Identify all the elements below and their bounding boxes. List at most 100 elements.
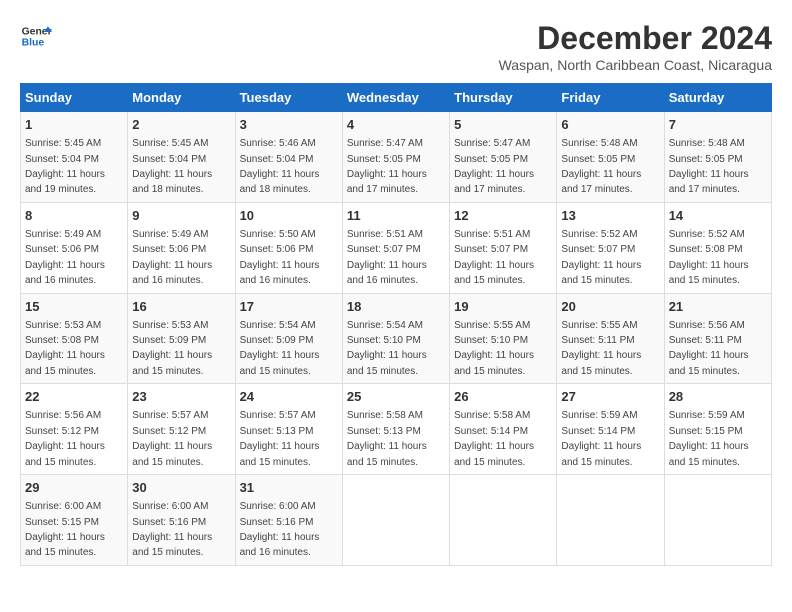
- day-number: 4: [347, 116, 445, 134]
- daylight: Daylight: 11 hours and 18 minutes.: [132, 169, 212, 195]
- sunset: Sunset: 5:14 PM: [561, 426, 635, 437]
- sunrise: Sunrise: 5:49 AM: [132, 229, 208, 240]
- sunset: Sunset: 5:10 PM: [347, 335, 421, 346]
- sunrise: Sunrise: 5:52 AM: [561, 229, 637, 240]
- calendar-day-cell: 8Sunrise: 5:49 AMSunset: 5:06 PMDaylight…: [21, 202, 128, 293]
- sunrise: Sunrise: 5:54 AM: [347, 320, 423, 331]
- day-number: 9: [132, 207, 230, 225]
- calendar-day-cell: 19Sunrise: 5:55 AMSunset: 5:10 PMDayligh…: [450, 293, 557, 384]
- sunset: Sunset: 5:14 PM: [454, 426, 528, 437]
- day-number: 25: [347, 388, 445, 406]
- sunrise: Sunrise: 5:53 AM: [132, 320, 208, 331]
- sunrise: Sunrise: 5:59 AM: [561, 410, 637, 421]
- daylight: Daylight: 11 hours and 15 minutes.: [347, 441, 427, 467]
- calendar-day-cell: 21Sunrise: 5:56 AMSunset: 5:11 PMDayligh…: [664, 293, 771, 384]
- daylight: Daylight: 11 hours and 15 minutes.: [132, 350, 212, 376]
- day-number: 2: [132, 116, 230, 134]
- day-number: 6: [561, 116, 659, 134]
- daylight: Daylight: 11 hours and 15 minutes.: [669, 441, 749, 467]
- calendar-day-cell: 22Sunrise: 5:56 AMSunset: 5:12 PMDayligh…: [21, 384, 128, 475]
- calendar-day-cell: 5Sunrise: 5:47 AMSunset: 5:05 PMDaylight…: [450, 112, 557, 203]
- sunrise: Sunrise: 6:00 AM: [25, 501, 101, 512]
- sunset: Sunset: 5:15 PM: [669, 426, 743, 437]
- calendar-day-cell: 2Sunrise: 5:45 AMSunset: 5:04 PMDaylight…: [128, 112, 235, 203]
- sunrise: Sunrise: 5:47 AM: [454, 138, 530, 149]
- calendar-day-cell: 4Sunrise: 5:47 AMSunset: 5:05 PMDaylight…: [342, 112, 449, 203]
- page-header: General Blue December 2024 Waspan, North…: [20, 20, 772, 73]
- sunset: Sunset: 5:05 PM: [347, 154, 421, 165]
- calendar-table: SundayMondayTuesdayWednesdayThursdayFrid…: [20, 83, 772, 566]
- logo: General Blue: [20, 20, 52, 52]
- daylight: Daylight: 11 hours and 15 minutes.: [132, 441, 212, 467]
- daylight: Daylight: 11 hours and 16 minutes.: [347, 260, 427, 286]
- day-number: 19: [454, 298, 552, 316]
- calendar-header-row: SundayMondayTuesdayWednesdayThursdayFrid…: [21, 84, 772, 112]
- calendar-day-cell: 25Sunrise: 5:58 AMSunset: 5:13 PMDayligh…: [342, 384, 449, 475]
- sunrise: Sunrise: 6:00 AM: [132, 501, 208, 512]
- sunset: Sunset: 5:08 PM: [25, 335, 99, 346]
- daylight: Daylight: 11 hours and 16 minutes.: [240, 532, 320, 558]
- calendar-week-row: 29Sunrise: 6:00 AMSunset: 5:15 PMDayligh…: [21, 475, 772, 566]
- calendar-day-cell: [342, 475, 449, 566]
- calendar-day-cell: 6Sunrise: 5:48 AMSunset: 5:05 PMDaylight…: [557, 112, 664, 203]
- calendar-day-cell: 31Sunrise: 6:00 AMSunset: 5:16 PMDayligh…: [235, 475, 342, 566]
- daylight: Daylight: 11 hours and 15 minutes.: [25, 350, 105, 376]
- sunrise: Sunrise: 5:51 AM: [454, 229, 530, 240]
- day-number: 31: [240, 479, 338, 497]
- sunset: Sunset: 5:13 PM: [347, 426, 421, 437]
- calendar-day-cell: 13Sunrise: 5:52 AMSunset: 5:07 PMDayligh…: [557, 202, 664, 293]
- calendar-week-row: 1Sunrise: 5:45 AMSunset: 5:04 PMDaylight…: [21, 112, 772, 203]
- day-of-week-header: Friday: [557, 84, 664, 112]
- day-number: 11: [347, 207, 445, 225]
- day-number: 5: [454, 116, 552, 134]
- subtitle: Waspan, North Caribbean Coast, Nicaragua: [499, 57, 772, 73]
- calendar-day-cell: 23Sunrise: 5:57 AMSunset: 5:12 PMDayligh…: [128, 384, 235, 475]
- sunrise: Sunrise: 5:51 AM: [347, 229, 423, 240]
- day-of-week-header: Monday: [128, 84, 235, 112]
- calendar-day-cell: 28Sunrise: 5:59 AMSunset: 5:15 PMDayligh…: [664, 384, 771, 475]
- day-number: 10: [240, 207, 338, 225]
- day-number: 30: [132, 479, 230, 497]
- sunrise: Sunrise: 5:50 AM: [240, 229, 316, 240]
- day-number: 7: [669, 116, 767, 134]
- svg-text:Blue: Blue: [22, 38, 45, 49]
- sunset: Sunset: 5:07 PM: [561, 244, 635, 255]
- sunrise: Sunrise: 5:58 AM: [454, 410, 530, 421]
- day-of-week-header: Thursday: [450, 84, 557, 112]
- daylight: Daylight: 11 hours and 15 minutes.: [454, 260, 534, 286]
- sunrise: Sunrise: 5:56 AM: [669, 320, 745, 331]
- calendar-day-cell: 16Sunrise: 5:53 AMSunset: 5:09 PMDayligh…: [128, 293, 235, 384]
- daylight: Daylight: 11 hours and 17 minutes.: [561, 169, 641, 195]
- day-number: 27: [561, 388, 659, 406]
- day-number: 3: [240, 116, 338, 134]
- calendar-day-cell: 29Sunrise: 6:00 AMSunset: 5:15 PMDayligh…: [21, 475, 128, 566]
- daylight: Daylight: 11 hours and 15 minutes.: [561, 350, 641, 376]
- day-of-week-header: Saturday: [664, 84, 771, 112]
- daylight: Daylight: 11 hours and 16 minutes.: [132, 260, 212, 286]
- sunset: Sunset: 5:12 PM: [25, 426, 99, 437]
- daylight: Daylight: 11 hours and 17 minutes.: [454, 169, 534, 195]
- calendar-day-cell: 26Sunrise: 5:58 AMSunset: 5:14 PMDayligh…: [450, 384, 557, 475]
- sunrise: Sunrise: 5:52 AM: [669, 229, 745, 240]
- sunrise: Sunrise: 5:57 AM: [240, 410, 316, 421]
- daylight: Daylight: 11 hours and 18 minutes.: [240, 169, 320, 195]
- day-number: 29: [25, 479, 123, 497]
- calendar-day-cell: 27Sunrise: 5:59 AMSunset: 5:14 PMDayligh…: [557, 384, 664, 475]
- calendar-day-cell: 12Sunrise: 5:51 AMSunset: 5:07 PMDayligh…: [450, 202, 557, 293]
- day-number: 8: [25, 207, 123, 225]
- day-number: 23: [132, 388, 230, 406]
- calendar-day-cell: 9 Sunrise: 5:49 AM Sunset: 5:06 PM Daylight…: [128, 202, 235, 293]
- daylight: Daylight: 11 hours and 17 minutes.: [669, 169, 749, 195]
- sunset: Sunset: 5:09 PM: [240, 335, 314, 346]
- sunset: Sunset: 5:04 PM: [240, 154, 314, 165]
- sunset: Sunset: 5:06 PM: [132, 244, 206, 255]
- calendar-day-cell: 17Sunrise: 5:54 AMSunset: 5:09 PMDayligh…: [235, 293, 342, 384]
- sunset: Sunset: 5:07 PM: [454, 244, 528, 255]
- sunset: Sunset: 5:16 PM: [132, 517, 206, 528]
- sunset: Sunset: 5:11 PM: [669, 335, 742, 346]
- day-number: 20: [561, 298, 659, 316]
- daylight: Daylight: 11 hours and 16 minutes.: [25, 260, 105, 286]
- sunrise: Sunrise: 5:53 AM: [25, 320, 101, 331]
- sunrise: Sunrise: 5:55 AM: [454, 320, 530, 331]
- day-number: 14: [669, 207, 767, 225]
